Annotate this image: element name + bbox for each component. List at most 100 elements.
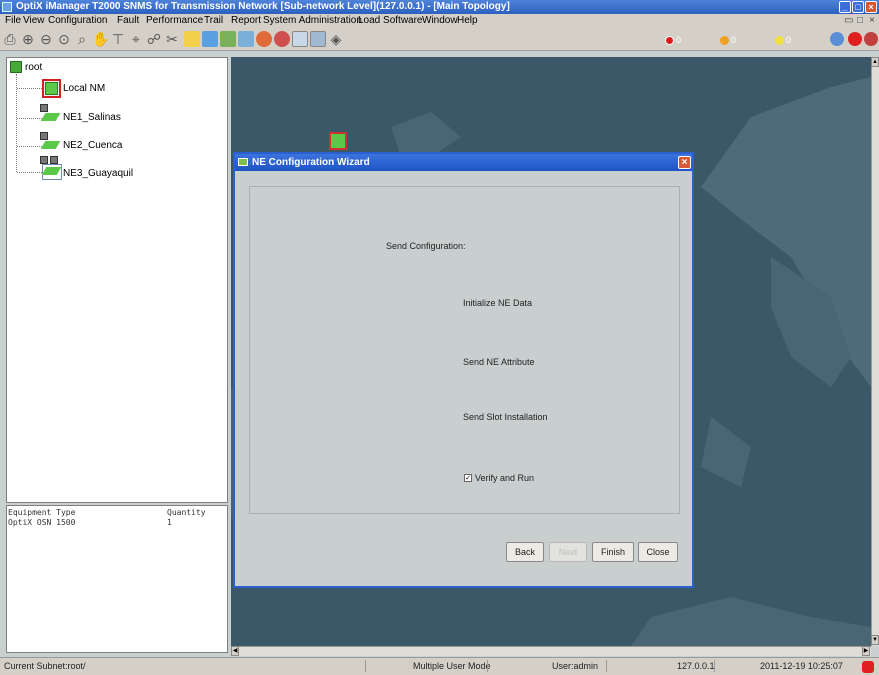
find-icon[interactable]: ⌖ bbox=[128, 30, 144, 48]
menu-file[interactable]: File bbox=[5, 15, 21, 26]
critical-alarm-indicator[interactable]: 0 bbox=[665, 34, 681, 46]
trail-icon[interactable] bbox=[184, 31, 200, 47]
menu-fault[interactable]: Fault bbox=[117, 15, 139, 26]
app-title: OptiX iManager T2000 SNMS for Transmissi… bbox=[16, 1, 510, 12]
current-alarm-icon[interactable] bbox=[274, 31, 290, 47]
dialog-close-icon[interactable]: × bbox=[678, 156, 691, 169]
major-alarm-icon bbox=[720, 35, 729, 45]
huawei-logo-icon bbox=[862, 661, 874, 673]
back-button[interactable]: Back bbox=[506, 542, 544, 562]
menu-load-software[interactable]: Load Software bbox=[358, 15, 423, 26]
tools-icon[interactable]: ✂ bbox=[164, 30, 180, 48]
tree-node-ne3[interactable]: NE3_Guayaquil bbox=[63, 168, 133, 179]
menu-bar: File View Configuration Fault Performanc… bbox=[0, 14, 879, 29]
tree-connector bbox=[17, 146, 42, 147]
zoom-fit-icon[interactable]: ⊙ bbox=[56, 30, 72, 48]
column-header-equipment-type: Equipment Type bbox=[8, 508, 76, 517]
dialog-title-bar[interactable]: NE Configuration Wizard × bbox=[235, 154, 692, 171]
current-user: User:admin bbox=[552, 661, 599, 671]
zoom-in-icon[interactable]: ⊕ bbox=[20, 30, 36, 48]
finish-button[interactable]: Finish bbox=[592, 542, 634, 562]
mdi-restore-icon[interactable]: ▭ bbox=[844, 15, 853, 26]
major-alarm-count: 0 bbox=[731, 35, 737, 46]
menu-window[interactable]: Window bbox=[422, 15, 458, 26]
menu-system-administration[interactable]: System Administration bbox=[263, 15, 362, 26]
scroll-right-button[interactable]: ▶ bbox=[862, 646, 870, 656]
step-send-ne-attribute: Send NE Attribute bbox=[463, 357, 535, 367]
maximize-button[interactable]: □ bbox=[852, 1, 864, 13]
menu-trail[interactable]: Trail bbox=[204, 15, 223, 26]
mdi-close-icon[interactable]: × bbox=[869, 15, 875, 26]
menu-configuration[interactable]: Configuration bbox=[48, 15, 107, 26]
wizard-content-panel: Send Configuration: Initialize NE Data S… bbox=[249, 186, 680, 514]
local-nm-map-icon[interactable] bbox=[329, 132, 347, 150]
table-cell-equipment-type[interactable]: OptiX OSN 1500 bbox=[8, 518, 75, 527]
ne-lock-icon bbox=[40, 104, 48, 112]
verify-and-run-checkbox[interactable]: ✓ bbox=[464, 474, 472, 482]
app-title-bar: OptiX iManager T2000 SNMS for Transmissi… bbox=[0, 0, 879, 14]
zoom-out-icon[interactable]: ⊖ bbox=[38, 30, 54, 48]
server-ip: 127.0.0.1 bbox=[677, 661, 715, 671]
user-mode: Multiple User Mode bbox=[413, 661, 491, 671]
tree-connector bbox=[17, 118, 42, 119]
security-icon[interactable]: ◈ bbox=[328, 30, 344, 48]
tree-root-label[interactable]: root bbox=[25, 62, 42, 73]
mdi-maximize-icon[interactable]: □ bbox=[857, 15, 863, 26]
tree-connector bbox=[17, 88, 42, 89]
column-header-quantity: Quantity bbox=[167, 508, 206, 517]
close-button[interactable]: Close bbox=[638, 542, 678, 562]
equipment-table: Equipment Type Quantity OptiX OSN 1500 1 bbox=[6, 505, 228, 653]
status-datetime: 2011-12-19 10:25:07 bbox=[760, 661, 843, 671]
topology-link-icon[interactable]: ☍ bbox=[146, 30, 162, 48]
status-separator bbox=[606, 660, 607, 672]
globe-icon[interactable] bbox=[830, 32, 844, 46]
status-bar: Current Subnet:root/ Multiple User Mode … bbox=[0, 657, 879, 675]
status-separator bbox=[487, 660, 488, 672]
network-icon[interactable] bbox=[238, 31, 254, 47]
horizontal-scrollbar[interactable]: ◀ ▶ bbox=[231, 646, 871, 656]
scroll-left-button[interactable]: ◀ bbox=[231, 646, 239, 656]
refresh-icon[interactable] bbox=[202, 31, 218, 47]
vertical-scrollbar[interactable]: ▲ ▼ bbox=[871, 57, 879, 646]
step-send-slot-installation: Send Slot Installation bbox=[463, 412, 548, 422]
tree-node-ne1[interactable]: NE1_Salinas bbox=[63, 112, 121, 123]
ne-icon[interactable] bbox=[40, 141, 61, 149]
status-separator bbox=[714, 660, 715, 672]
menu-report[interactable]: Report bbox=[231, 15, 261, 26]
ne-lock-icon bbox=[50, 156, 58, 164]
wizard-icon bbox=[238, 158, 248, 166]
next-button[interactable]: Next bbox=[549, 542, 587, 562]
filter-icon[interactable]: ⊤ bbox=[110, 30, 126, 48]
stop-icon[interactable] bbox=[848, 32, 862, 46]
tree-node-local-nm[interactable]: Local NM bbox=[63, 83, 105, 94]
local-nm-icon[interactable] bbox=[45, 82, 58, 95]
ne-lock-icon bbox=[40, 132, 48, 140]
pan-hand-icon[interactable]: ✋ bbox=[92, 30, 109, 48]
report-icon[interactable] bbox=[310, 31, 326, 47]
menu-help[interactable]: Help bbox=[457, 15, 478, 26]
menu-view[interactable]: View bbox=[23, 15, 45, 26]
ne-manager-icon[interactable] bbox=[220, 31, 236, 47]
scroll-up-button[interactable]: ▲ bbox=[871, 57, 879, 67]
minor-alarm-indicator[interactable]: 0 bbox=[775, 34, 791, 46]
ne-icon[interactable] bbox=[40, 113, 61, 121]
print-icon[interactable]: ⎙ bbox=[2, 30, 18, 48]
close-window-button[interactable]: × bbox=[865, 1, 877, 13]
major-alarm-indicator[interactable]: 0 bbox=[720, 34, 736, 46]
minimize-button[interactable]: _ bbox=[839, 1, 851, 13]
scroll-down-button[interactable]: ▼ bbox=[871, 635, 879, 645]
ne-configuration-wizard-dialog: NE Configuration Wizard × Send Configura… bbox=[233, 152, 694, 588]
performance-chart-icon[interactable] bbox=[292, 31, 308, 47]
app-icon bbox=[2, 2, 12, 12]
dialog-title: NE Configuration Wizard bbox=[252, 157, 370, 168]
tree-node-ne2[interactable]: NE2_Cuenca bbox=[63, 140, 122, 151]
tree-connector bbox=[17, 172, 42, 173]
table-cell-quantity[interactable]: 1 bbox=[167, 518, 172, 527]
exit-icon[interactable] bbox=[864, 32, 878, 46]
menu-performance[interactable]: Performance bbox=[146, 15, 203, 26]
verify-and-run-label[interactable]: Verify and Run bbox=[475, 473, 534, 483]
zoom-actual-icon[interactable]: ⌕ bbox=[74, 30, 90, 48]
send-configuration-heading: Send Configuration: bbox=[386, 241, 466, 251]
alarm-browse-icon[interactable] bbox=[256, 31, 272, 47]
root-folder-icon bbox=[10, 61, 22, 73]
